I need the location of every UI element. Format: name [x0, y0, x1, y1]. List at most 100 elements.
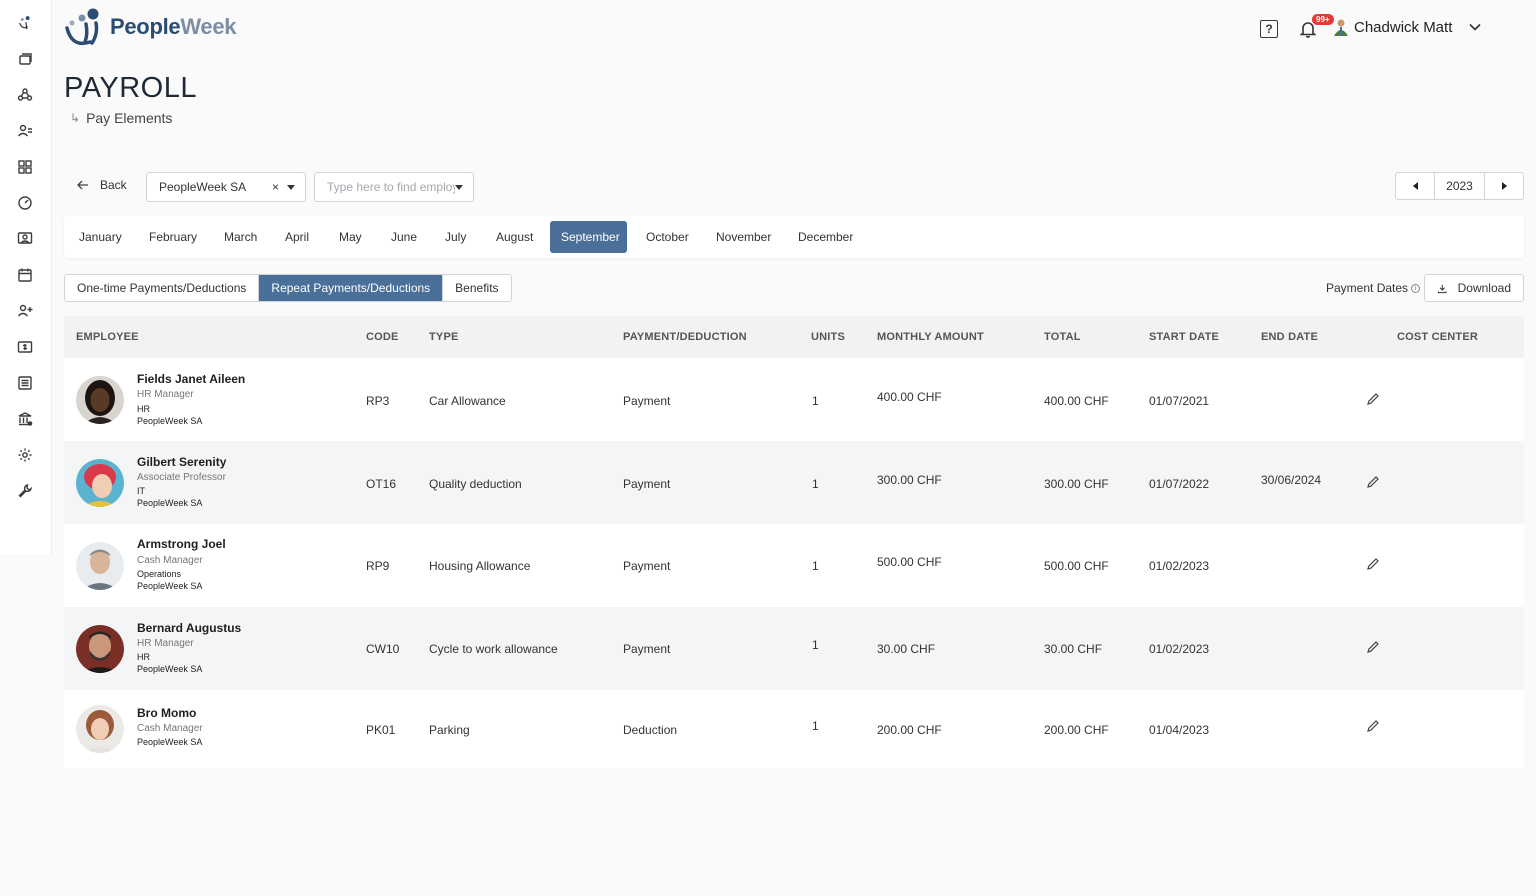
col-monthly-amount[interactable]: MONTHLY AMOUNT	[877, 331, 984, 343]
avatar	[76, 705, 124, 753]
month-november[interactable]: November	[705, 221, 782, 253]
tab-benefits[interactable]: Benefits	[443, 275, 510, 301]
pencil-icon[interactable]	[1366, 640, 1380, 654]
wrench-icon[interactable]	[16, 482, 34, 500]
cell-total: 400.00 CHF	[1044, 394, 1109, 408]
cell-start-date: 01/02/2023	[1149, 642, 1210, 656]
cell-start-date: 01/07/2021	[1149, 394, 1210, 408]
payroll-icon[interactable]	[16, 338, 34, 356]
month-june[interactable]: June	[380, 221, 428, 253]
tab-one-time[interactable]: One-time Payments/Deductions	[65, 275, 260, 301]
employee-name[interactable]: Bro Momo	[137, 706, 196, 720]
employee-name[interactable]: Gilbert Serenity	[137, 455, 226, 469]
caret-right-icon	[1501, 182, 1507, 190]
calendar-icon[interactable]	[16, 266, 34, 284]
month-march[interactable]: March	[213, 221, 268, 253]
tab-repeat[interactable]: Repeat Payments/Deductions	[259, 275, 444, 301]
pay-elements-table: EMPLOYEE CODE TYPE PAYMENT/DEDUCTION UNI…	[64, 316, 1524, 768]
employee-company: PeopleWeek SA	[137, 664, 203, 674]
month-september[interactable]: September	[550, 221, 627, 253]
employee-name[interactable]: Fields Janet Aileen	[137, 372, 245, 386]
cell-payment: Payment	[623, 642, 671, 656]
company-select[interactable]: PeopleWeek SA ×	[146, 172, 306, 202]
next-year-button[interactable]	[1485, 173, 1523, 199]
month-october[interactable]: October	[635, 221, 700, 253]
pencil-icon[interactable]	[1366, 557, 1380, 571]
team-network-icon[interactable]	[16, 86, 34, 104]
employee-search-input[interactable]	[327, 180, 455, 194]
cell-units: 1	[812, 477, 819, 491]
month-january[interactable]: January	[68, 221, 133, 253]
chevron-down-icon[interactable]	[1468, 20, 1482, 34]
employee-company: PeopleWeek SA	[137, 737, 203, 747]
col-payment-deduction[interactable]: PAYMENT/DEDUCTION	[623, 331, 747, 343]
cell-units: 1	[812, 394, 819, 408]
prev-year-button[interactable]	[1396, 173, 1434, 199]
clear-icon[interactable]: ×	[272, 180, 279, 194]
info-icon[interactable]: i	[1411, 283, 1421, 293]
cell-monthly-amount: 30.00 CHF	[877, 642, 936, 656]
payment-dates-link[interactable]: Payment Dates i	[1326, 281, 1421, 295]
user-menu[interactable]: Chadwick Matt	[1332, 18, 1512, 36]
employee-name[interactable]: Bernard Augustus	[137, 621, 241, 635]
month-april[interactable]: April	[274, 221, 320, 253]
table-header: EMPLOYEE CODE TYPE PAYMENT/DEDUCTION UNI…	[64, 316, 1524, 358]
download-label: Download	[1457, 281, 1511, 295]
cell-monthly-amount: 400.00 CHF	[877, 390, 942, 404]
caret-down-icon[interactable]	[287, 184, 295, 190]
pencil-icon[interactable]	[1366, 719, 1380, 733]
brand-logo[interactable]: PeopleWeek	[62, 6, 237, 48]
col-units[interactable]: UNITS	[811, 331, 845, 343]
cell-code: RP9	[366, 559, 390, 573]
arrow-left-icon	[77, 180, 88, 190]
col-code[interactable]: CODE	[366, 331, 399, 343]
cell-start-date: 01/07/2022	[1149, 477, 1210, 491]
col-start-date[interactable]: START DATE	[1149, 331, 1219, 343]
logo-small-icon[interactable]	[16, 14, 34, 32]
breadcrumb: ↳ Pay Elements	[70, 110, 172, 126]
pencil-icon[interactable]	[1366, 392, 1380, 406]
help-icon[interactable]: ?	[1260, 20, 1278, 38]
table-row: Bro Momo Cash Manager PeopleWeek SA PK01…	[64, 690, 1524, 768]
settings-gear-icon[interactable]	[16, 446, 34, 464]
speedometer-icon[interactable]	[16, 194, 34, 212]
caret-down-icon[interactable]	[455, 184, 463, 190]
employee-department: HR	[137, 404, 150, 414]
cell-monthly-amount: 500.00 CHF	[877, 555, 942, 569]
cell-total: 200.00 CHF	[1044, 723, 1109, 737]
col-employee[interactable]: EMPLOYEE	[76, 331, 139, 343]
sidebar	[0, 0, 52, 554]
month-february[interactable]: February	[138, 221, 208, 253]
cell-code: RP3	[366, 394, 390, 408]
col-type[interactable]: TYPE	[429, 331, 459, 343]
group-icon[interactable]	[16, 230, 34, 248]
cell-units: 1	[812, 559, 819, 573]
col-total[interactable]: TOTAL	[1044, 331, 1081, 343]
users-icon[interactable]	[16, 122, 34, 140]
month-may[interactable]: May	[328, 221, 373, 253]
cell-payment: Payment	[623, 394, 671, 408]
cell-code: CW10	[366, 642, 400, 656]
table-row: Gilbert Serenity Associate Professor IT …	[64, 441, 1524, 524]
month-august[interactable]: August	[485, 221, 544, 253]
dashboard-grid-icon[interactable]	[16, 158, 34, 176]
subdirectory-arrow-icon: ↳	[70, 111, 81, 125]
download-button[interactable]: Download	[1424, 274, 1524, 302]
employee-name[interactable]: Armstrong Joel	[137, 537, 226, 551]
add-user-icon[interactable]	[16, 302, 34, 320]
col-end-date[interactable]: END DATE	[1261, 331, 1318, 343]
pencil-icon[interactable]	[1366, 475, 1380, 489]
employee-role: HR Manager	[137, 638, 194, 649]
caret-left-icon	[1412, 182, 1418, 190]
back-button[interactable]: Back	[76, 178, 127, 192]
avatar	[76, 459, 124, 507]
list-icon[interactable]	[16, 374, 34, 392]
month-december[interactable]: December	[787, 221, 864, 253]
cell-monthly-amount: 200.00 CHF	[877, 723, 942, 737]
bank-icon[interactable]	[16, 410, 34, 428]
layers-icon[interactable]	[16, 50, 34, 68]
cell-type: Car Allowance	[429, 394, 506, 408]
col-cost-center[interactable]: COST CENTER	[1397, 331, 1478, 343]
employee-role: Cash Manager	[137, 555, 203, 566]
month-july[interactable]: July	[434, 221, 477, 253]
